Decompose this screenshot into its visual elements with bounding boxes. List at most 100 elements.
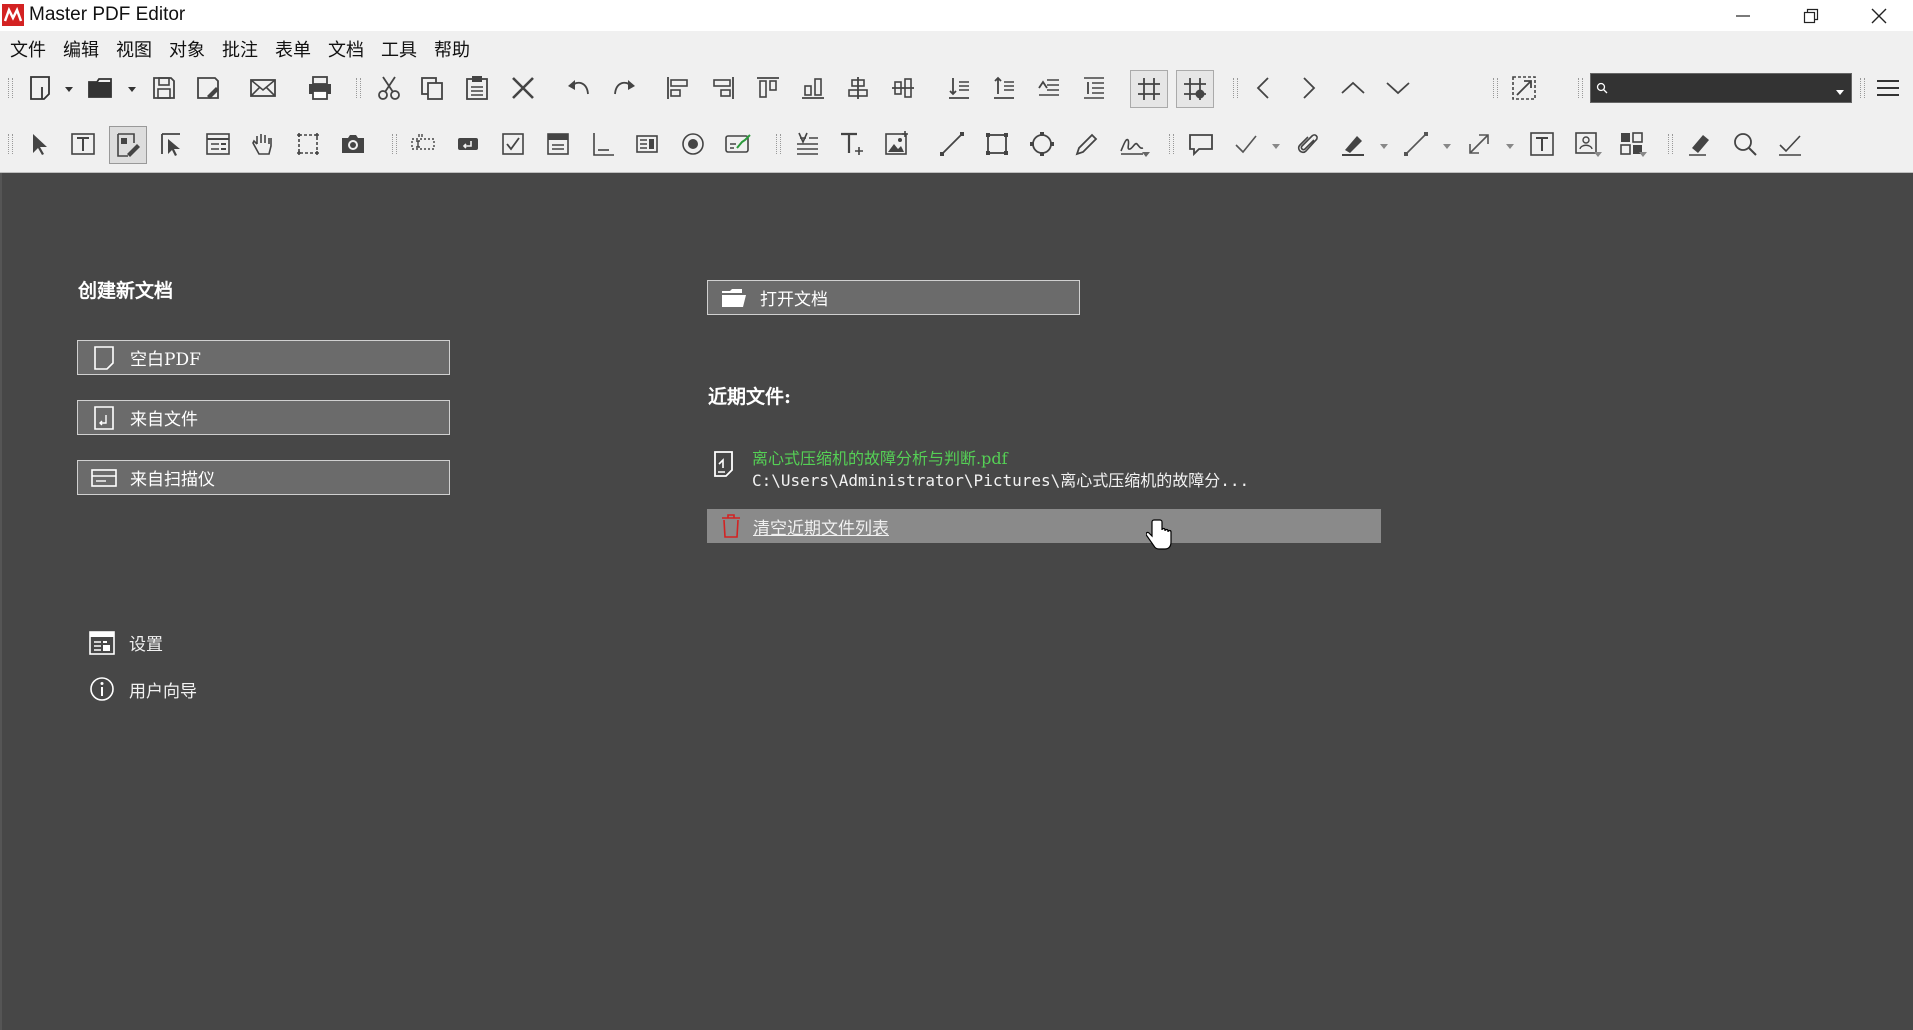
text-field-tool-button[interactable]: [405, 126, 441, 162]
from-file-button[interactable]: 来自文件: [77, 400, 450, 435]
menu-tools[interactable]: 工具: [381, 36, 417, 62]
settings-link[interactable]: 设置: [89, 630, 163, 655]
chevron-down-icon[interactable]: [127, 84, 137, 94]
search-dropdown-icon[interactable]: [1835, 88, 1845, 96]
bring-front-button[interactable]: [941, 70, 977, 106]
attach-file-button[interactable]: [1290, 126, 1326, 162]
highlight-tool-button[interactable]: [1335, 126, 1371, 162]
arrow-annotation-button[interactable]: [1461, 126, 1497, 162]
text-edit-icon: [71, 133, 95, 155]
line-annotation-button[interactable]: [1398, 126, 1434, 162]
chevron-down-icon[interactable]: [1593, 149, 1603, 159]
menu-object[interactable]: 对象: [169, 36, 205, 62]
ellipse-tool-button[interactable]: [1024, 126, 1060, 162]
send-backward-button[interactable]: [1076, 70, 1112, 106]
save-button[interactable]: [146, 70, 182, 106]
minimize-button[interactable]: [1709, 0, 1777, 31]
paste-icon: [466, 76, 488, 100]
text-box-annotation-button[interactable]: [1524, 126, 1560, 162]
copy-button[interactable]: [414, 70, 450, 106]
previous-page-button[interactable]: [1246, 70, 1282, 106]
align-center-vertical-button[interactable]: [885, 70, 921, 106]
chevron-down-icon[interactable]: [1141, 149, 1151, 159]
zoom-tool-button[interactable]: [1727, 126, 1763, 162]
clear-recent-list-button[interactable]: 清空近期文件列表: [707, 509, 1381, 543]
eraser-icon: [1689, 135, 1709, 156]
button-field-tool-button[interactable]: [450, 126, 486, 162]
send-back-button[interactable]: [986, 70, 1022, 106]
edit-object-tool-button[interactable]: [109, 126, 147, 164]
save-as-button[interactable]: [190, 70, 226, 106]
radio-icon: [682, 133, 704, 155]
page-down-button[interactable]: [1380, 70, 1416, 106]
fit-page-button[interactable]: [1506, 70, 1542, 106]
close-button[interactable]: [1845, 0, 1913, 31]
snapshot-tool-button[interactable]: [335, 126, 371, 162]
align-left-button[interactable]: [660, 70, 696, 106]
snap-grid-button[interactable]: [1176, 70, 1214, 108]
chevron-down-icon[interactable]: [1379, 141, 1389, 151]
align-top-button[interactable]: [750, 70, 786, 106]
eraser-tool-button[interactable]: [1682, 126, 1718, 162]
chevron-down-icon[interactable]: [1638, 149, 1648, 159]
blank-pdf-button[interactable]: 空白PDF: [77, 340, 450, 375]
print-button[interactable]: [302, 70, 338, 106]
open-button[interactable]: [82, 70, 118, 106]
restore-button[interactable]: [1777, 0, 1845, 31]
from-scanner-button[interactable]: 来自扫描仪: [77, 460, 450, 495]
open-document-button[interactable]: 打开文档: [707, 280, 1080, 315]
page-up-button[interactable]: [1335, 70, 1371, 106]
menu-file[interactable]: 文件: [10, 36, 46, 62]
menu-edit[interactable]: 编辑: [63, 36, 99, 62]
undo-button[interactable]: [561, 70, 597, 106]
menu-comment[interactable]: 批注: [222, 36, 258, 62]
radio-button-tool-button[interactable]: [675, 126, 711, 162]
next-page-button[interactable]: [1290, 70, 1326, 106]
signature-field-tool-button[interactable]: [720, 126, 756, 162]
add-image-button[interactable]: [879, 126, 915, 162]
paste-button[interactable]: [459, 70, 495, 106]
chevron-down-icon[interactable]: [64, 84, 74, 94]
menu-document[interactable]: 文档: [328, 36, 364, 62]
menu-help[interactable]: 帮助: [434, 36, 470, 62]
delete-button[interactable]: [505, 70, 541, 106]
search-input[interactable]: [1590, 73, 1852, 103]
bring-forward-icon: [1038, 79, 1059, 96]
chevron-down-icon[interactable]: [1271, 141, 1281, 151]
hand-tool-button[interactable]: [245, 126, 281, 162]
menu-view[interactable]: 视图: [116, 36, 152, 62]
listbox-tool-button[interactable]: [585, 126, 621, 162]
check-tool-button[interactable]: [1772, 126, 1808, 162]
grid-toggle-button[interactable]: [1130, 70, 1168, 108]
chevron-down-icon[interactable]: [1505, 141, 1515, 151]
checkbox-tool-button[interactable]: [495, 126, 531, 162]
line-tool-button[interactable]: [934, 126, 970, 162]
marquee-tool-button[interactable]: [290, 126, 326, 162]
combobox-tool-button[interactable]: [540, 126, 576, 162]
chevron-down-icon[interactable]: [1442, 141, 1452, 151]
bring-forward-button[interactable]: [1031, 70, 1067, 106]
select-tool-button[interactable]: [21, 126, 57, 162]
align-right-button[interactable]: [705, 70, 741, 106]
email-button[interactable]: [245, 70, 281, 106]
checkmark-stamp-button[interactable]: [1228, 126, 1264, 162]
email-icon: [250, 79, 276, 97]
edit-text-tool-button[interactable]: [65, 126, 101, 162]
list-field-tool-button[interactable]: [630, 126, 666, 162]
recent-file-name-link[interactable]: 离心式压缩机的故障分析与判断.pdf: [752, 445, 1008, 469]
hamburger-menu-button[interactable]: [1870, 70, 1906, 106]
cut-button[interactable]: [371, 70, 407, 106]
user-guide-link[interactable]: 用户向导: [89, 676, 197, 702]
form-fields-tool-button[interactable]: [200, 126, 236, 162]
add-text-paragraph-button[interactable]: [789, 126, 825, 162]
menu-form[interactable]: 表单: [275, 36, 311, 62]
edit-forms-tool-button[interactable]: [154, 126, 190, 162]
align-bottom-button[interactable]: [795, 70, 831, 106]
add-text-button[interactable]: [834, 126, 870, 162]
redo-button[interactable]: [606, 70, 642, 106]
pencil-tool-button[interactable]: [1069, 126, 1105, 162]
new-document-button[interactable]: [22, 70, 58, 106]
align-center-horizontal-button[interactable]: [840, 70, 876, 106]
comment-tool-button[interactable]: [1183, 126, 1219, 162]
rectangle-tool-button[interactable]: [979, 126, 1015, 162]
